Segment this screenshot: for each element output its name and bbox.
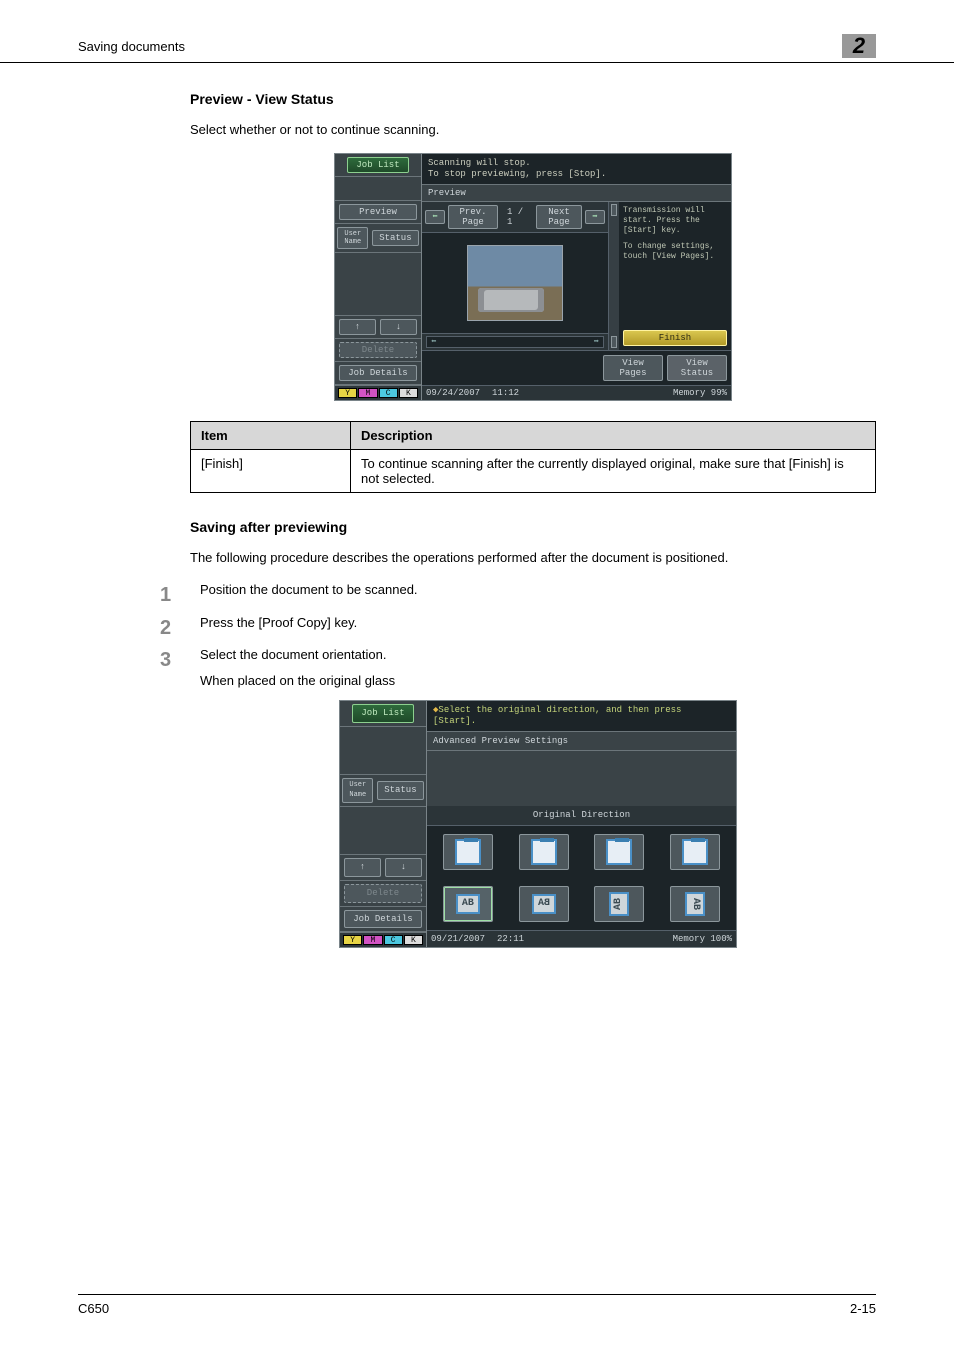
prev-page-button[interactable]: Prev. Page <box>448 205 498 229</box>
p2-date: 09/21/2007 <box>431 933 485 946</box>
panel1-msg-line1: Scanning will stop. <box>428 158 725 169</box>
step-3-text: Select the document orientation. <box>200 647 386 662</box>
next-page-button[interactable]: Next Page <box>536 205 582 229</box>
p2-toner-yellow-icon: Y <box>343 935 362 945</box>
table-cell-item: [Finish] <box>191 450 351 493</box>
view-status-button[interactable]: View Status <box>667 355 727 381</box>
step-1: Position the document to be scanned. <box>160 581 876 613</box>
toner-levels: Y M C K <box>335 385 421 400</box>
p2-status-field: Status <box>377 781 423 800</box>
p2-job-list-button[interactable]: Job List <box>352 704 413 723</box>
panel1-time: 11:12 <box>492 388 519 398</box>
header-section-title: Saving documents <box>78 39 185 54</box>
toner-black-icon: K <box>399 388 418 398</box>
page-header: Saving documents 2 <box>0 0 954 63</box>
vertical-scroll-up-icon[interactable] <box>611 204 617 216</box>
page-last-icon[interactable]: ➡ <box>585 210 605 224</box>
delete-button[interactable]: Delete <box>339 342 417 358</box>
table-header-item: Item <box>191 422 351 450</box>
panel1-memory-label: Memory <box>673 388 705 398</box>
toner-cyan-icon: C <box>379 388 398 398</box>
orientation-option-1[interactable] <box>443 834 493 870</box>
panel1-date: 09/24/2007 <box>426 388 480 398</box>
job-list-button[interactable]: Job List <box>347 157 408 173</box>
job-details-button[interactable]: Job Details <box>339 365 417 381</box>
table-header-description: Description <box>351 422 876 450</box>
p2-time: 22:11 <box>497 933 524 946</box>
step-3: Select the document orientation. When pl… <box>160 646 876 982</box>
step-2: Press the [Proof Copy] key. <box>160 614 876 646</box>
panel1-message-area: Scanning will stop. To stop previewing, … <box>422 154 731 185</box>
p2-job-details-button[interactable]: Job Details <box>344 910 422 929</box>
section1-text: Select whether or not to continue scanni… <box>190 121 876 139</box>
view-pages-button[interactable]: View Pages <box>603 355 663 381</box>
table-cell-description: To continue scanning after the currently… <box>351 450 876 493</box>
orientation-option-4[interactable] <box>670 834 720 870</box>
toner-yellow-icon: Y <box>338 388 357 398</box>
vertical-scroll-down-icon[interactable] <box>611 336 617 348</box>
p2-toner-black-icon: K <box>404 935 423 945</box>
orientation-option-2[interactable] <box>519 834 569 870</box>
finish-button[interactable]: Finish <box>623 330 727 346</box>
user-name-field: User Name <box>337 227 368 249</box>
section2-text: The following procedure describes the op… <box>190 549 876 567</box>
toner-magenta-icon: M <box>358 388 377 398</box>
p2-toner-levels: Y M C K <box>340 932 426 947</box>
preview-titlebar: Preview <box>422 185 731 202</box>
preview-screenshot: Job List Preview User Name Status ↑ ↓ De… <box>190 153 876 401</box>
section2-title: Saving after previewing <box>190 519 876 535</box>
side-msg-1: Transmission will start. Press the [Star… <box>623 206 727 236</box>
chapter-number-badge: 2 <box>842 34 876 58</box>
header-chapter: 2 <box>842 34 876 58</box>
orientation-glyph-4[interactable]: AB <box>670 886 720 922</box>
horizontal-scroll[interactable]: ⬅➡ <box>426 336 604 348</box>
section1-title: Preview - View Status <box>190 91 876 107</box>
page-first-icon[interactable]: ⬅ <box>425 210 445 224</box>
preview-toggle[interactable]: Preview <box>339 204 417 220</box>
p2-top-message: ◆Select the original direction, and then… <box>427 701 736 732</box>
down-arrow-button[interactable]: ↓ <box>380 319 417 335</box>
footer-page-number: 2-15 <box>850 1301 876 1316</box>
p2-orig-direction-label: Original Direction <box>427 806 736 826</box>
description-table: Item Description [Finish] To continue sc… <box>190 421 876 493</box>
panel1-memory-value: 99% <box>711 388 727 398</box>
orientation-glyph-2-label: BA <box>532 894 556 914</box>
preview-thumbnail <box>467 245 563 321</box>
status-field: Status <box>372 230 418 246</box>
orientation-glyph-4-label: AB <box>685 892 705 916</box>
p2-memory-label: Memory <box>673 934 705 944</box>
p2-top-message-text: Select the original direction, and then … <box>433 705 681 726</box>
table-row: [Finish] To continue scanning after the … <box>191 450 876 493</box>
up-arrow-button[interactable]: ↑ <box>339 319 376 335</box>
p2-toner-magenta-icon: M <box>363 935 382 945</box>
orientation-glyph-1[interactable]: AB <box>443 886 493 922</box>
orientation-glyph-2[interactable]: BA <box>519 886 569 922</box>
step-3-sublabel: When placed on the original glass <box>200 672 876 690</box>
orientation-option-3[interactable] <box>594 834 644 870</box>
panel1-msg-line2: To stop previewing, press [Stop]. <box>428 169 725 180</box>
p2-delete-button[interactable]: Delete <box>344 884 422 903</box>
p2-user-name-field: User Name <box>342 778 373 804</box>
p2-down-arrow-button[interactable]: ↓ <box>385 858 422 877</box>
orientation-glyph-1-label: AB <box>456 894 480 914</box>
p2-memory-value: 100% <box>710 934 732 944</box>
p2-toner-cyan-icon: C <box>384 935 403 945</box>
side-msg-2: To change settings, touch [View Pages]. <box>623 242 727 262</box>
orientation-glyph-3-label: AB <box>609 892 629 916</box>
page-footer: C650 2-15 <box>78 1294 876 1316</box>
p2-up-arrow-button[interactable]: ↑ <box>344 858 381 877</box>
orientation-screenshot: Job List User Name Status ↑ ↓ Delete Job… <box>200 700 876 948</box>
orientation-glyph-3[interactable]: AB <box>594 886 644 922</box>
p2-adv-settings-title: Advanced Preview Settings <box>427 732 736 752</box>
footer-model: C650 <box>78 1301 109 1316</box>
page-indicator: 1 / 1 <box>501 207 533 227</box>
